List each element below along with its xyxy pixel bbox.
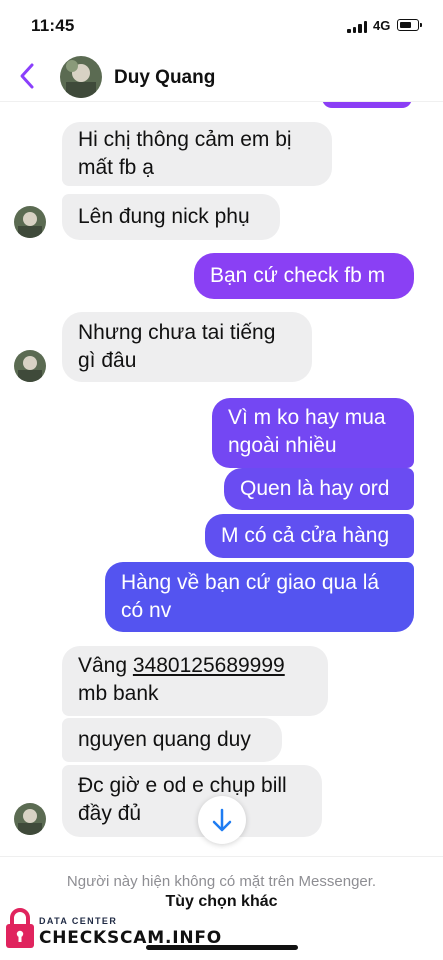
back-icon[interactable] xyxy=(16,62,40,90)
message-bubble-incoming[interactable]: Lên đung nick phụ xyxy=(62,194,280,240)
contact-avatar-small[interactable] xyxy=(14,803,46,835)
message-text: ngoài nhiều xyxy=(228,434,337,457)
message-text: gì đâu xyxy=(78,349,137,372)
battery-icon xyxy=(397,19,422,31)
message-text: đầy đủ xyxy=(78,802,142,825)
arrow-down-icon xyxy=(212,808,232,832)
message-list[interactable]: Hi chị thông cảm em bị mất fb ạ Lên đung… xyxy=(0,102,443,856)
message-text-prefix: Vâng xyxy=(78,654,133,677)
message-text: Hi chị thông cảm em bị xyxy=(78,128,292,151)
message-bubble-outgoing-partial xyxy=(322,102,412,108)
message-bubble-incoming[interactable]: Đc giờ e od e chụp bill đầy đủ xyxy=(62,765,322,837)
message-text: Hàng về bạn cứ giao qua lá xyxy=(121,571,380,594)
contact-name[interactable]: Duy Quang xyxy=(114,67,215,89)
watermark: DATA CENTER CHECKSCAM.INFO xyxy=(4,904,221,954)
status-time: 11:45 xyxy=(31,16,75,35)
message-text: nguyen quang duy xyxy=(78,728,251,751)
message-text: mất fb ạ xyxy=(78,156,154,179)
status-bar: 11:45 4G xyxy=(0,0,443,52)
message-text: M có cả cửa hàng xyxy=(221,524,390,547)
bank-account-number[interactable]: 3480125689999 xyxy=(133,654,285,677)
message-text: Nhưng chưa tai tiếng xyxy=(78,321,276,344)
message-text: có nv xyxy=(121,599,172,622)
availability-note: Người này hiện không có mặt trên Messeng… xyxy=(66,873,377,890)
contact-avatar-small[interactable] xyxy=(14,206,46,238)
message-text: mb bank xyxy=(78,682,159,705)
lock-icon xyxy=(6,908,34,948)
message-text: Đc giờ e od e chụp bill xyxy=(78,774,287,797)
message-bubble-outgoing[interactable]: Hàng về bạn cứ giao qua lá có nv xyxy=(105,562,414,632)
message-bubble-outgoing[interactable]: Vì m ko hay mua ngoài nhiều xyxy=(212,398,414,468)
message-bubble-incoming[interactable]: Hi chị thông cảm em bị mất fb ạ xyxy=(62,122,332,186)
message-text: Quen là hay ord xyxy=(240,477,390,500)
scroll-to-bottom-button[interactable] xyxy=(198,796,246,844)
message-bubble-incoming[interactable]: Vâng 3480125689999 mb bank xyxy=(62,646,328,716)
message-text: Bạn cứ check fb m xyxy=(210,264,386,287)
message-text: Vì m ko hay mua xyxy=(228,406,386,429)
conversation-header: Duy Quang xyxy=(0,52,443,102)
watermark-title: CHECKSCAM.INFO xyxy=(39,928,223,948)
watermark-subtitle: DATA CENTER xyxy=(39,916,118,926)
message-text: Vâng 3480125689999 xyxy=(78,652,312,680)
contact-avatar[interactable] xyxy=(60,56,102,98)
message-bubble-outgoing[interactable]: Quen là hay ord xyxy=(224,468,414,510)
message-bubble-outgoing[interactable]: Bạn cứ check fb m xyxy=(194,253,414,299)
message-text: Lên đung nick phụ xyxy=(78,205,250,228)
message-bubble-incoming[interactable]: nguyen quang duy xyxy=(62,718,282,762)
message-bubble-incoming[interactable]: Nhưng chưa tai tiếng gì đâu xyxy=(62,312,312,382)
network-type: 4G xyxy=(373,18,391,33)
message-bubble-outgoing[interactable]: M có cả cửa hàng xyxy=(205,514,414,558)
signal-icon xyxy=(347,21,369,33)
contact-avatar-small[interactable] xyxy=(14,350,46,382)
